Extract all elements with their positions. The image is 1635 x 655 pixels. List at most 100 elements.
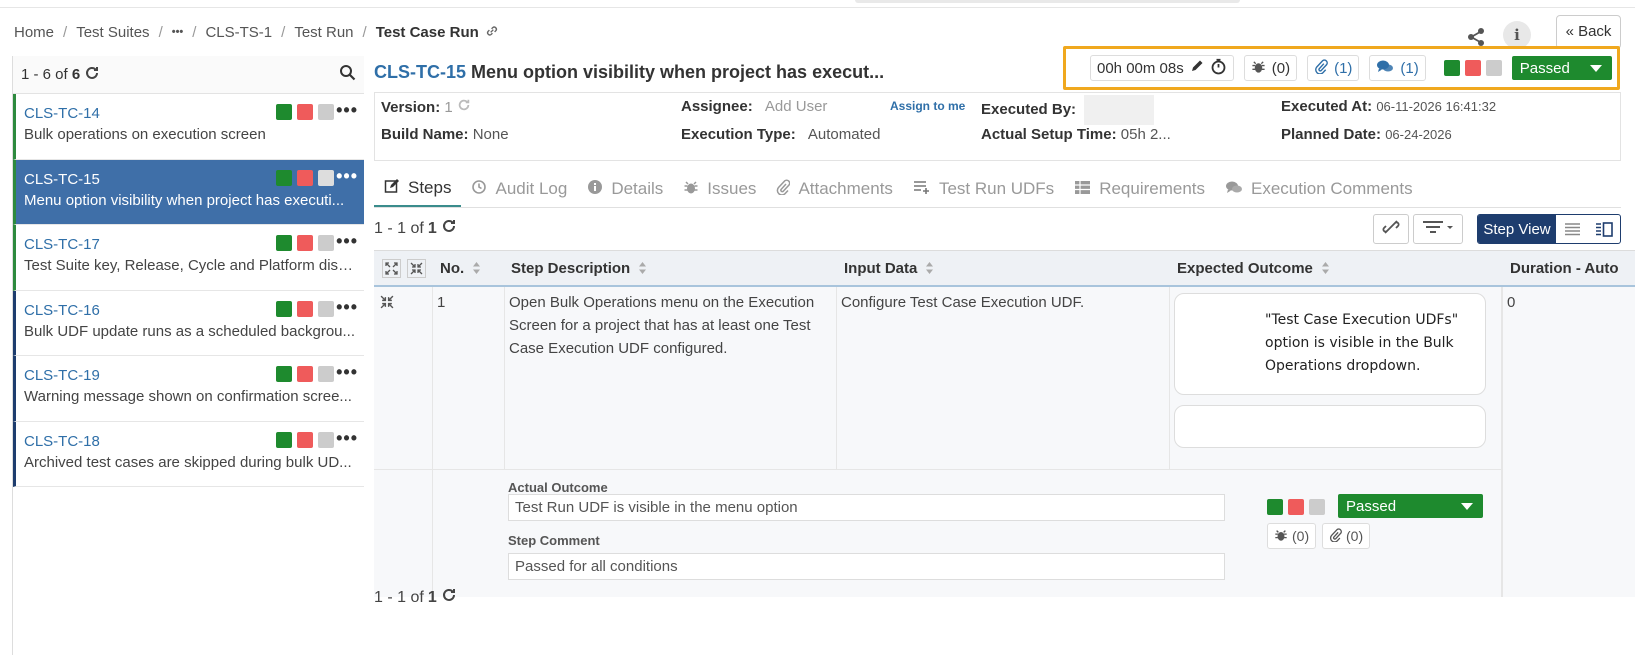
step-description[interactable]: Open Bulk Operations menu on the Executi…	[509, 291, 829, 360]
assign-to-me-link[interactable]: Assign to me	[890, 99, 965, 113]
more-options-icon[interactable]: •••	[336, 362, 358, 383]
pass-status-button[interactable]	[276, 431, 292, 448]
stopwatch-icon[interactable]	[1210, 58, 1227, 79]
add-user-input[interactable]: Add User	[765, 98, 828, 115]
list-item[interactable]: CLS-TC-14 Bulk operations on execution s…	[13, 94, 364, 160]
tab-requirements[interactable]: Requirements	[1064, 171, 1215, 207]
sort-icon	[925, 261, 934, 275]
assignee-label: Assignee:	[681, 98, 753, 115]
list-count: 1 - 6 of 6	[21, 66, 81, 83]
tab-execution-comments[interactable]: Execution Comments	[1215, 171, 1423, 207]
split-view-icon[interactable]	[1588, 215, 1620, 243]
not-run-status-button[interactable]	[1309, 499, 1325, 515]
expand-all-icon[interactable]	[382, 258, 401, 278]
pass-status-button[interactable]	[276, 235, 292, 251]
list-item[interactable]: CLS-TC-18 Archived test cases are skippe…	[13, 421, 364, 487]
tab-issues[interactable]: Issues	[673, 171, 766, 207]
pass-status-button[interactable]	[276, 366, 292, 382]
list-item[interactable]: CLS-TC-19 Warning message shown on confi…	[13, 356, 364, 422]
step-comment-input[interactable]: Passed for all conditions	[508, 553, 1225, 580]
tab-details[interactable]: Details	[577, 171, 673, 207]
fail-status-button[interactable]	[297, 104, 313, 120]
pass-status-button[interactable]	[1443, 60, 1460, 76]
step-input-data[interactable]: Configure Test Case Execution UDF.	[841, 291, 1161, 314]
not-run-status-button[interactable]	[318, 104, 334, 120]
info-button[interactable]: i	[1503, 21, 1531, 49]
not-run-status-button[interactable]	[318, 366, 334, 382]
fail-status-button[interactable]	[297, 235, 313, 251]
collapse-all-icon[interactable]	[407, 258, 426, 278]
expected-outcome-box[interactable]: "Test Case Execution UDFs" option is vis…	[1174, 293, 1486, 395]
more-options-icon[interactable]: •••	[336, 166, 358, 187]
back-icon: «	[1565, 23, 1574, 40]
collapse-row-icon[interactable]	[380, 293, 394, 316]
step-issues-button[interactable]: (0)	[1267, 523, 1317, 549]
pass-status-button[interactable]	[276, 104, 292, 120]
tab-audit-log[interactable]: Audit Log	[461, 171, 577, 207]
column-duration[interactable]: Duration - Auto	[1510, 251, 1619, 285]
breadcrumb-test-run[interactable]: Test Run	[294, 24, 353, 41]
more-options-icon[interactable]: •••	[336, 428, 358, 449]
pencil-icon[interactable]	[1190, 59, 1204, 77]
more-options-icon[interactable]: •••	[336, 231, 358, 252]
fail-status-button[interactable]	[297, 300, 313, 317]
not-run-status-button[interactable]	[318, 169, 334, 186]
tab-steps[interactable]: Steps	[374, 171, 462, 207]
breadcrumb-home[interactable]: Home	[14, 24, 54, 41]
tab-label: Issues	[707, 179, 757, 198]
step-view-button[interactable]: Step View	[1478, 215, 1556, 243]
not-run-status-button[interactable]	[318, 431, 334, 448]
link-icon[interactable]	[485, 24, 499, 41]
fail-status-button[interactable]	[1288, 499, 1304, 515]
refresh-icon[interactable]	[441, 218, 457, 239]
column-no[interactable]: No.	[440, 251, 481, 285]
column-step-description[interactable]: Step Description	[511, 251, 647, 285]
tab-label: Test Run UDFs	[938, 179, 1055, 198]
breadcrumb-ellipsis[interactable]: •••	[172, 26, 184, 38]
pass-status-button[interactable]	[276, 300, 292, 317]
not-run-status-button[interactable]	[318, 300, 334, 317]
breadcrumb-test-suites[interactable]: Test Suites	[76, 24, 149, 41]
executed-at-label: Executed At:	[1281, 98, 1373, 115]
step-attachments-button[interactable]: (0)	[1322, 523, 1371, 549]
planned-date-field: Planned Date: 06-24-2026	[1281, 126, 1452, 143]
more-options-icon[interactable]: •••	[336, 297, 358, 318]
tab-attachments[interactable]: Attachments	[766, 171, 903, 207]
not-run-status-button[interactable]	[318, 235, 334, 251]
refresh-icon[interactable]	[441, 587, 457, 608]
execution-status-dropdown[interactable]: Passed	[1511, 56, 1612, 80]
fail-status-button[interactable]	[297, 366, 313, 382]
back-button[interactable]: « Back	[1556, 15, 1621, 49]
breadcrumb-suite[interactable]: CLS-TS-1	[205, 24, 272, 41]
column-expected-outcome[interactable]: Expected Outcome	[1177, 251, 1330, 285]
refresh-icon[interactable]	[457, 99, 471, 116]
history-icon	[471, 179, 487, 199]
pass-status-button[interactable]	[1267, 499, 1283, 515]
refresh-icon[interactable]	[84, 65, 100, 85]
comments-button[interactable]: (1)	[1369, 55, 1426, 81]
issues-button[interactable]: (0)	[1243, 55, 1298, 81]
pass-status-button[interactable]	[276, 169, 292, 186]
fail-status-button[interactable]	[297, 169, 313, 186]
actual-outcome-input[interactable]: Test Run UDF is visible in the menu opti…	[508, 494, 1225, 521]
more-options-icon[interactable]: •••	[336, 100, 358, 121]
list-item[interactable]: CLS-TC-17 Test Suite key, Release, Cycle…	[13, 225, 364, 291]
step-status-dropdown[interactable]: Passed	[1338, 494, 1483, 518]
comments-count: (1)	[1400, 59, 1419, 77]
list-item[interactable]: CLS-TC-16 Bulk UDF update runs as a sche…	[13, 290, 364, 356]
unlink-button[interactable]	[1373, 214, 1409, 244]
fail-status-button[interactable]	[297, 431, 313, 448]
title-key[interactable]: CLS-TC-15	[374, 62, 466, 82]
fail-status-button[interactable]	[1464, 60, 1481, 76]
expected-outcome-extra-box[interactable]	[1174, 405, 1486, 448]
list-item[interactable]: CLS-TC-15 Menu option visibility when pr…	[13, 159, 364, 225]
search-icon[interactable]	[339, 64, 356, 85]
list-view-icon[interactable]	[1556, 215, 1588, 243]
tab-test-run-udfs[interactable]: Test Run UDFs	[903, 171, 1064, 207]
expected-outcome-text: "Test Case Execution UDFs" option is vis…	[1265, 312, 1459, 374]
share-icon[interactable]	[1465, 26, 1487, 48]
not-run-status-button[interactable]	[1485, 60, 1502, 76]
column-input-data[interactable]: Input Data	[844, 251, 934, 285]
filter-button[interactable]	[1413, 214, 1463, 244]
attachments-button[interactable]: (1)	[1307, 55, 1360, 81]
